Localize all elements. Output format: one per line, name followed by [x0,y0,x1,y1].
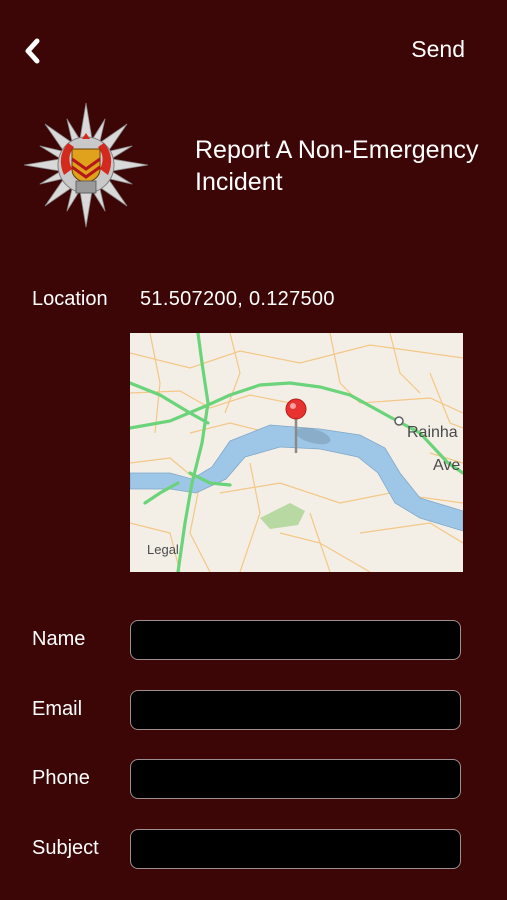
phone-label: Phone [32,767,90,789]
map-place-label-1: Rainha [407,424,458,441]
subject-label: Subject [32,837,99,859]
name-label: Name [32,628,86,650]
location-label: Location [32,288,108,310]
back-button[interactable] [18,34,48,68]
map-canvas: Rainha Ave Legal [130,333,463,572]
email-label: Email [32,698,83,720]
send-button[interactable]: Send [411,36,465,63]
location-map[interactable]: Rainha Ave Legal [130,333,463,572]
map-place-label-2: Ave [433,457,460,474]
page-title: Report A Non-Emergency Incident [195,136,479,196]
phone-field[interactable] [130,759,461,799]
email-field[interactable] [130,690,461,730]
chevron-left-icon [25,38,40,64]
fire-brigade-crest-logo [24,102,148,228]
location-coordinates: 51.507200, 0.127500 [140,288,335,310]
name-field[interactable] [130,620,461,660]
map-pin-icon [285,398,307,420]
map-legal-link[interactable]: Legal [147,542,179,557]
subject-field[interactable] [130,829,461,869]
